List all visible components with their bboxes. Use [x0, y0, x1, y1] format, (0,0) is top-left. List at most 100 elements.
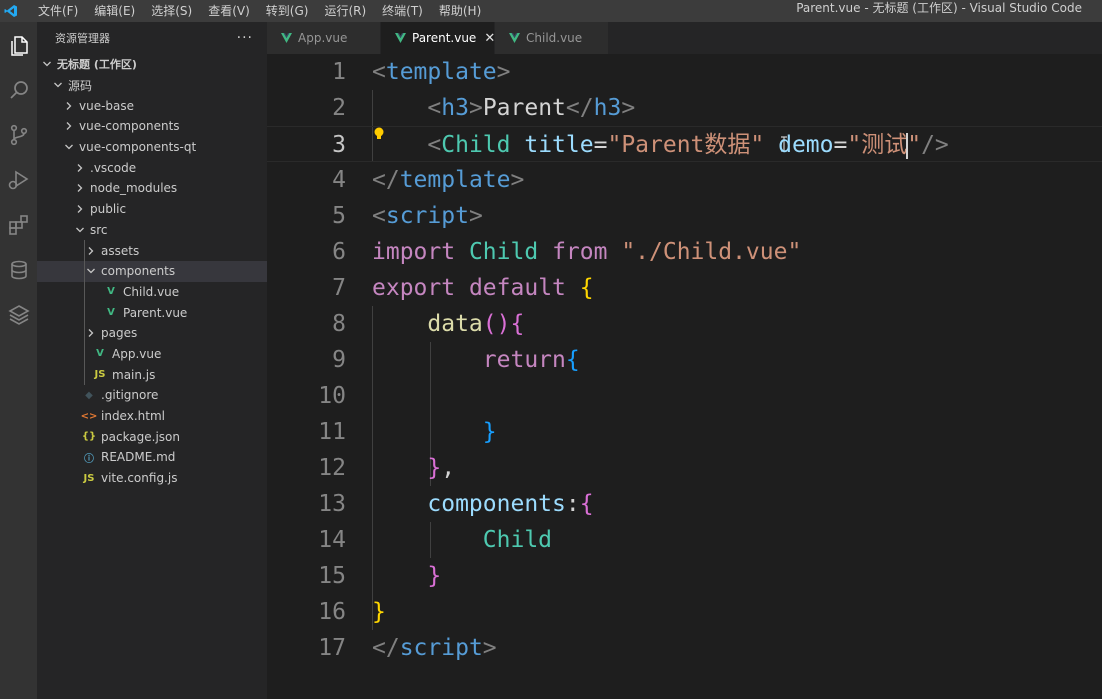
code-line[interactable]: 14 Child: [267, 522, 1102, 558]
extensions-icon[interactable]: [3, 209, 34, 240]
folder-item[interactable]: vue-components-qt: [37, 137, 267, 158]
code-token: >: [468, 203, 483, 229]
code-editor[interactable]: 1 <template> 2 <h3>Parent</h3> 3 <Child tit…: [267, 54, 1102, 699]
folder-item[interactable]: components: [37, 260, 267, 282]
code-line[interactable]: 11 }: [267, 414, 1102, 450]
tree-item-label: assets: [101, 243, 140, 258]
menu-item[interactable]: 帮助(H): [431, 0, 489, 22]
chevron-right-icon[interactable]: [74, 204, 86, 214]
menu-item[interactable]: 终端(T): [374, 0, 431, 22]
chevron-down-icon[interactable]: [85, 266, 97, 276]
chevron-down-icon[interactable]: [74, 225, 86, 235]
folder-item[interactable]: .vscode: [37, 157, 267, 178]
code-line[interactable]: 12 },: [267, 450, 1102, 486]
menu-item[interactable]: 文件(F): [30, 0, 86, 22]
code-text: <script>: [372, 198, 483, 234]
folder-item[interactable]: public: [37, 199, 267, 220]
code-text: export default {: [372, 270, 594, 306]
code-line[interactable]: 8 data(){: [267, 306, 1102, 342]
line-number: 7: [332, 275, 346, 301]
file-item[interactable]: JS main.js: [37, 364, 267, 385]
code-token: }: [482, 419, 497, 445]
html-file-icon: <>: [80, 410, 98, 422]
tree-item-label: package.json: [101, 429, 181, 444]
code-line[interactable]: 4 </template>: [267, 162, 1102, 198]
tree-item-label: public: [90, 202, 127, 217]
database-icon[interactable]: [3, 254, 34, 285]
folder-item[interactable]: pages: [37, 322, 267, 344]
code-line[interactable]: 2 <h3>Parent</h3>: [267, 90, 1102, 126]
code-token: {: [510, 311, 525, 337]
code-line[interactable]: 10: [267, 378, 1102, 414]
vue-file-icon: [509, 33, 520, 43]
code-line[interactable]: 1 <template>: [267, 54, 1102, 90]
search-icon[interactable]: [3, 74, 34, 105]
tab-app-vue[interactable]: App.vue: [267, 22, 381, 54]
more-actions-icon[interactable]: ···: [237, 30, 253, 46]
file-item[interactable]: ◆ .gitignore: [37, 385, 267, 406]
code-token: from: [552, 239, 608, 265]
tree-item-label: README.md: [101, 450, 176, 465]
file-item[interactable]: V App.vue: [37, 343, 267, 365]
code-token: return: [482, 347, 566, 373]
chevron-right-icon[interactable]: [74, 163, 86, 173]
code-line[interactable]: 5 <script>: [267, 198, 1102, 234]
folder-item[interactable]: vue-base: [37, 95, 267, 116]
code-line[interactable]: 13 components:{: [267, 486, 1102, 522]
chevron-right-icon[interactable]: [85, 246, 97, 256]
menu-bar: 文件(F) 编辑(E) 选择(S) 查看(V) 转到(G) 运行(R) 终端(T) 帮助(H): [30, 0, 489, 22]
run-debug-icon[interactable]: [3, 164, 34, 195]
folder-item[interactable]: src: [37, 220, 267, 241]
chevron-down-icon[interactable]: [63, 142, 75, 152]
file-item[interactable]: ⓘ README.md: [37, 447, 267, 468]
tree-item-label: .gitignore: [101, 388, 159, 403]
code-line[interactable]: 6 import Child from "./Child.vue": [267, 234, 1102, 270]
line-number: 1: [332, 59, 346, 85]
folder-item[interactable]: 源码: [37, 75, 267, 96]
file-item[interactable]: JS vite.config.js: [37, 468, 267, 489]
explorer-icon[interactable]: [3, 30, 34, 61]
file-item[interactable]: <> index.html: [37, 406, 267, 427]
indent-guide: [84, 322, 85, 344]
chevron-down-icon[interactable]: [52, 80, 64, 90]
chevron-down-icon[interactable]: [41, 59, 53, 69]
info-file-icon: ⓘ: [84, 453, 94, 465]
menu-item[interactable]: 编辑(E): [86, 0, 143, 22]
menu-item[interactable]: 查看(V): [200, 0, 258, 22]
menu-item[interactable]: 选择(S): [143, 0, 200, 22]
chevron-right-icon[interactable]: [85, 328, 97, 338]
code-line[interactable]: 15 }: [267, 558, 1102, 594]
code-line[interactable]: 16}: [267, 594, 1102, 630]
code-text: data(){: [372, 306, 524, 342]
git-file-icon: ◆: [85, 389, 93, 401]
folder-item[interactable]: node_modules: [37, 178, 267, 199]
code-text: <template>: [372, 54, 511, 90]
folder-item[interactable]: 无标题 (工作区): [37, 54, 267, 75]
folder-item[interactable]: vue-components: [37, 116, 267, 137]
chevron-right-icon[interactable]: [63, 101, 75, 111]
tab-parent-vue[interactable]: Parent.vue ✕: [381, 22, 495, 54]
folder-item[interactable]: assets: [37, 240, 267, 261]
vue-file-icon: [395, 33, 406, 43]
code-line[interactable]: 17 </script>: [267, 630, 1102, 666]
line-number: 13: [318, 491, 346, 517]
vscode-logo-icon[interactable]: [0, 0, 22, 22]
chevron-right-icon[interactable]: [63, 121, 75, 131]
file-item[interactable]: {} package.json: [37, 426, 267, 447]
close-icon[interactable]: ✕: [484, 31, 495, 46]
menu-item[interactable]: 转到(G): [258, 0, 317, 22]
code-token: "Parent数据": [607, 132, 765, 158]
code-token: default: [468, 275, 566, 301]
file-item[interactable]: V Parent.vue: [37, 302, 267, 323]
layers-icon[interactable]: [3, 299, 34, 330]
line-number: 12: [318, 455, 346, 481]
code-line[interactable]: 3 <Child title="Parent数据" demo="测试"/>: [267, 126, 1102, 162]
menu-item[interactable]: 运行(R): [316, 0, 374, 22]
chevron-right-icon[interactable]: [74, 183, 86, 193]
code-line[interactable]: 9 return{: [267, 342, 1102, 378]
code-token: {: [579, 491, 594, 517]
tab-child-vue[interactable]: Child.vue: [495, 22, 609, 54]
code-line[interactable]: 7 export default {: [267, 270, 1102, 306]
file-item[interactable]: V Child.vue: [37, 281, 267, 303]
source-control-icon[interactable]: [3, 119, 34, 150]
